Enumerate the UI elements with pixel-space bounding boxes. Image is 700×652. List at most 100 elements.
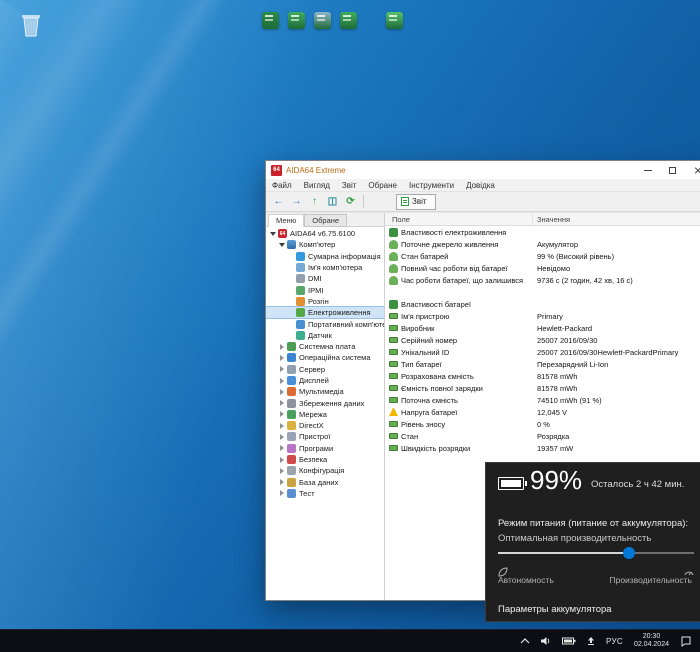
data-row[interactable]: Ємність повної зарядки81578 mWh (385, 382, 700, 394)
tree-item-label: Комп'ютер (299, 240, 335, 249)
value-label: Розрядка (533, 432, 700, 441)
expand-chevron-icon[interactable] (277, 434, 286, 440)
expand-chevron-icon[interactable] (277, 366, 286, 372)
tray-battery-icon[interactable] (557, 630, 581, 652)
expand-chevron-icon[interactable] (277, 468, 286, 474)
data-row[interactable]: Ім'я пристроюPrimary (385, 310, 700, 322)
data-row[interactable]: Поточна ємність74510 mWh (91 %) (385, 394, 700, 406)
tree-item[interactable]: Ім'я комп'ютера (266, 262, 384, 273)
tree-item[interactable]: Електроживлення (266, 307, 384, 318)
expand-chevron-icon[interactable] (277, 355, 286, 361)
data-row[interactable]: Тип батареїПерезарядний Li-Ion (385, 358, 700, 370)
battery-icon (389, 337, 398, 343)
expand-chevron-icon[interactable] (277, 378, 286, 384)
close-button[interactable] (685, 161, 700, 179)
tree-item[interactable]: DMI (266, 273, 384, 284)
tab-menu[interactable]: Меню (268, 214, 304, 227)
tree-item[interactable]: IPMI (266, 284, 384, 295)
back-icon[interactable]: ← (270, 194, 287, 209)
tree-item[interactable]: Мультимедіа (266, 386, 384, 397)
data-row[interactable]: Повний час роботи від батареїНевідомо (385, 262, 700, 274)
menu-item[interactable]: Файл (266, 181, 298, 190)
expand-chevron-icon[interactable] (277, 479, 286, 485)
desktop-shortcut-2-icon[interactable] (288, 12, 305, 29)
desktop-shortcut-1-icon[interactable] (262, 12, 279, 29)
battery-icon (389, 385, 398, 391)
expand-chevron-icon[interactable] (277, 400, 286, 406)
field-label: Серійний номер (401, 336, 457, 345)
expand-chevron-icon[interactable] (268, 232, 277, 236)
tree-item[interactable]: Датчик (266, 330, 384, 341)
slider-thumb[interactable] (623, 547, 635, 559)
data-row[interactable]: Час роботи батареї, що залишився9736 с (… (385, 274, 700, 286)
language-indicator[interactable]: РУС (601, 630, 628, 652)
tree-item[interactable]: Конфігурація (266, 465, 384, 476)
expand-chevron-icon[interactable] (277, 243, 286, 247)
taskbar-clock[interactable]: 20:30 02.04.2024 (628, 633, 675, 650)
up-icon[interactable]: ↑ (306, 194, 323, 209)
group-row[interactable]: Властивості батареї (385, 298, 700, 310)
dmi-icon (296, 274, 305, 283)
desktop-shortcut-3-icon[interactable] (314, 12, 331, 29)
data-row[interactable]: СтанРозрядка (385, 430, 700, 442)
tree-item[interactable]: Розгін (266, 296, 384, 307)
desktop-shortcut-5-icon[interactable] (386, 12, 403, 29)
power-slider[interactable] (498, 547, 694, 559)
tree-item[interactable]: Комп'ютер (266, 239, 384, 250)
data-row[interactable]: Унікальний ID25007 2016/09/30Hewlett-Pac… (385, 346, 700, 358)
tree-item[interactable]: Пристрої (266, 431, 384, 442)
data-row[interactable]: Рівень зносу0 % (385, 418, 700, 430)
report-button[interactable]: Звіт (396, 194, 436, 210)
expand-chevron-icon[interactable] (277, 344, 286, 350)
data-row[interactable]: ВиробникHewlett-Packard (385, 322, 700, 334)
menu-item[interactable]: Вигляд (298, 181, 336, 190)
tree-item[interactable]: AIDA64 v6.75.6100 (266, 228, 384, 239)
expand-chevron-icon[interactable] (277, 457, 286, 463)
battery-settings-link[interactable]: Параметры аккумулятора (498, 604, 612, 615)
taskbar: РУС 20:30 02.04.2024 (0, 629, 700, 652)
tree-item[interactable]: База даних (266, 477, 384, 488)
tab-favorites[interactable]: Обране (304, 214, 347, 227)
expand-chevron-icon[interactable] (277, 445, 286, 451)
data-row[interactable]: Швидкість розрядки19357 mW (385, 442, 700, 454)
data-row[interactable]: Поточне джерело живленняАкумулятор (385, 238, 700, 250)
expand-chevron-icon[interactable] (277, 389, 286, 395)
tree-item[interactable]: DirectX (266, 420, 384, 431)
tray-overflow-chevron[interactable] (515, 630, 535, 652)
expand-chevron-icon[interactable] (277, 490, 286, 496)
desktop-shortcut-4-icon[interactable] (340, 12, 357, 29)
tree-item[interactable]: Операційна система (266, 352, 384, 363)
menu-item[interactable]: Обране (362, 181, 403, 190)
maximize-button[interactable] (660, 161, 685, 179)
tree-item[interactable]: Системна плата (266, 341, 384, 352)
action-center-icon[interactable] (675, 630, 697, 652)
recycle-bin-icon[interactable] (18, 10, 44, 38)
data-row[interactable]: Серійний номер25007 2016/09/30 (385, 334, 700, 346)
tree-item[interactable]: Збереження даних (266, 397, 384, 408)
data-row[interactable]: Стан батарей99 % (Високий рівень) (385, 250, 700, 262)
menu-item[interactable]: Довідка (460, 181, 501, 190)
forward-icon[interactable]: → (288, 194, 305, 209)
tree-item[interactable]: Тест (266, 488, 384, 499)
minimize-button[interactable] (635, 161, 660, 179)
volume-icon[interactable] (535, 630, 557, 652)
tree-item[interactable]: Безпека (266, 454, 384, 465)
tree-item[interactable]: Дисплей (266, 375, 384, 386)
tree-item[interactable]: Сумарна інформація (266, 251, 384, 262)
tree-item[interactable]: Програми (266, 443, 384, 454)
screens-icon[interactable]: ◫ (324, 194, 341, 209)
directx-icon (287, 421, 296, 430)
group-row[interactable]: Властивості електроживлення (385, 226, 700, 238)
data-row[interactable]: Розрахована ємність81578 mWh (385, 370, 700, 382)
tree-item[interactable]: Портативний комп'ютер (266, 318, 384, 329)
menu-item[interactable]: Інструменти (403, 181, 460, 190)
refresh-icon[interactable]: ⟳ (342, 194, 359, 209)
eject-hardware-icon[interactable] (581, 630, 601, 652)
expand-chevron-icon[interactable] (277, 423, 286, 429)
tree-item[interactable]: Мережа (266, 409, 384, 420)
power-icon (389, 276, 398, 285)
menu-item[interactable]: Звіт (336, 181, 363, 190)
expand-chevron-icon[interactable] (277, 411, 286, 417)
data-row[interactable]: Напруга батареї12,045 V (385, 406, 700, 418)
tree-item[interactable]: Сервер (266, 364, 384, 375)
